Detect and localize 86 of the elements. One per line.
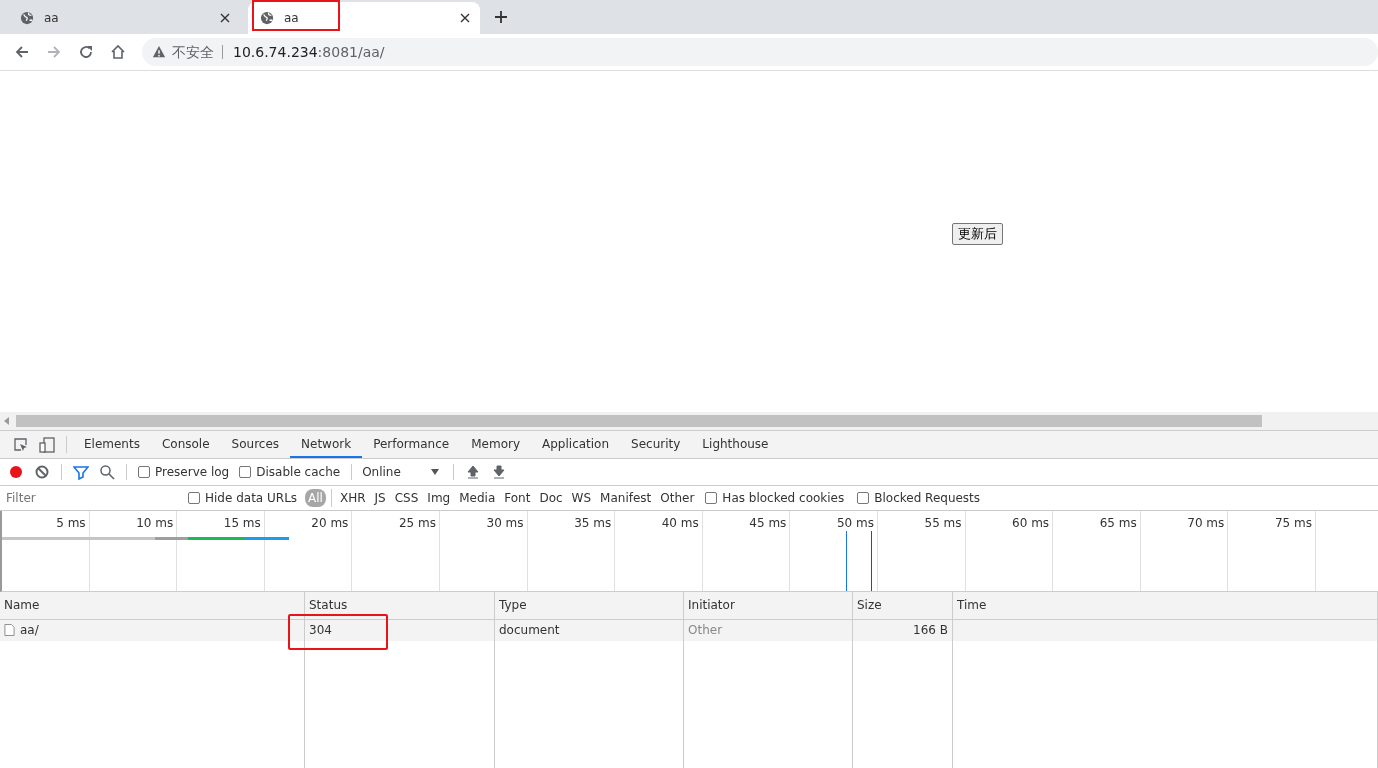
checkbox[interactable] (188, 492, 200, 504)
new-tab-icon[interactable] (494, 10, 508, 24)
close-icon[interactable] (220, 13, 230, 23)
download-icon[interactable] (490, 464, 507, 480)
time-tick-label: 5 ms (56, 516, 86, 530)
table-cell: 304 (309, 623, 332, 637)
browser-tab[interactable]: aa (248, 2, 480, 34)
devtools-tab[interactable]: Performance (362, 431, 461, 458)
device-toolbar-icon[interactable] (39, 436, 55, 453)
time-tick-label: 50 ms (836, 516, 874, 530)
table-cell: document (499, 623, 560, 637)
type-filter[interactable]: Img (424, 489, 454, 507)
type-filter[interactable]: Other (657, 489, 698, 507)
record-icon[interactable] (8, 464, 24, 480)
devtools-tab[interactable]: Application (531, 431, 621, 458)
document-icon (4, 623, 15, 637)
type-filter[interactable]: CSS (391, 489, 422, 507)
column-header[interactable]: Type (495, 592, 684, 619)
throttling-dropdown[interactable]: Online (358, 459, 447, 485)
table-cell[interactable]: aa/ (20, 623, 39, 637)
checkbox[interactable] (138, 466, 150, 478)
time-tick-label: 40 ms (661, 516, 699, 530)
devtools-tab[interactable]: Sources (220, 431, 291, 458)
checkbox[interactable] (857, 492, 870, 504)
devtools-tab[interactable]: Elements (73, 431, 151, 458)
type-filter[interactable]: WS (568, 489, 595, 507)
reload-icon[interactable] (78, 44, 94, 60)
url-text: 10.6.74.234:8081/aa/ (233, 44, 385, 60)
browser-tab[interactable]: aa (8, 2, 240, 34)
time-tick-label: 10 ms (136, 516, 174, 530)
checkbox-label: Blocked Requests (874, 491, 981, 505)
dropdown-arrow-icon (430, 469, 439, 475)
column-header[interactable]: Name (0, 592, 305, 619)
column-header[interactable]: Initiator (684, 592, 853, 619)
checkbox-label: Hide data URLs (205, 491, 298, 505)
scrollbar-thumb[interactable] (16, 415, 1262, 427)
type-filter[interactable]: Doc (536, 489, 566, 507)
type-filter[interactable]: Font (501, 489, 534, 507)
type-filter[interactable]: Manifest (597, 489, 655, 507)
checkbox[interactable] (705, 492, 718, 504)
time-tick-label: 75 ms (1274, 516, 1312, 530)
checkbox[interactable] (239, 466, 252, 478)
page-button[interactable]: 更新后 (952, 223, 1003, 245)
time-tick-label: 55 ms (924, 516, 962, 530)
horizontal-scrollbar[interactable] (0, 412, 1378, 430)
time-tick-label: 30 ms (486, 516, 524, 530)
checkbox-label: Has blocked cookies (722, 491, 845, 505)
address-bar[interactable]: 不安全 10.6.74.234:8081/aa/ (142, 38, 1378, 66)
time-tick-label: 60 ms (1012, 516, 1050, 530)
dom-content-loaded-line (846, 531, 847, 591)
warning-icon (152, 45, 166, 59)
devtools-tab[interactable]: Lighthouse (691, 431, 780, 458)
filter-icon[interactable] (73, 464, 89, 480)
inspect-icon[interactable] (13, 436, 29, 453)
back-icon[interactable] (14, 44, 30, 60)
column-header[interactable]: Status (305, 592, 495, 619)
devtools-tab[interactable]: Network (290, 431, 363, 458)
time-tick-label: 15 ms (223, 516, 261, 530)
type-filter[interactable]: XHR (336, 489, 369, 507)
devtools-tab[interactable]: Security (620, 431, 692, 458)
time-tick-label: 70 ms (1187, 516, 1225, 530)
type-filter[interactable]: JS (371, 489, 389, 507)
security-label: 不安全 (172, 45, 223, 59)
devtools-tab[interactable]: Memory (460, 431, 531, 458)
checkbox-label: Preserve log (155, 465, 230, 479)
type-filter[interactable]: Media (456, 489, 499, 507)
time-tick-label: 65 ms (1099, 516, 1137, 530)
table-cell: Other (688, 623, 723, 637)
search-icon[interactable] (99, 464, 115, 480)
upload-icon[interactable] (464, 464, 481, 480)
table-cell: 166 B (913, 623, 948, 637)
load-event-line (871, 531, 872, 591)
devtools-tab[interactable]: Console (150, 431, 221, 458)
close-icon[interactable] (460, 13, 470, 23)
column-header[interactable]: Size (853, 592, 953, 619)
globe-icon (260, 11, 274, 25)
checkbox-label: Disable cache (256, 465, 341, 479)
home-icon[interactable] (110, 44, 126, 60)
globe-icon (20, 11, 34, 25)
scroll-left-icon[interactable] (4, 417, 10, 425)
column-header[interactable]: Time (953, 592, 1378, 619)
time-tick-label: 45 ms (749, 516, 787, 530)
time-tick-label: 25 ms (398, 516, 436, 530)
clear-icon[interactable] (34, 464, 50, 480)
time-tick-label: 20 ms (311, 516, 349, 530)
time-tick-label: 35 ms (574, 516, 612, 530)
